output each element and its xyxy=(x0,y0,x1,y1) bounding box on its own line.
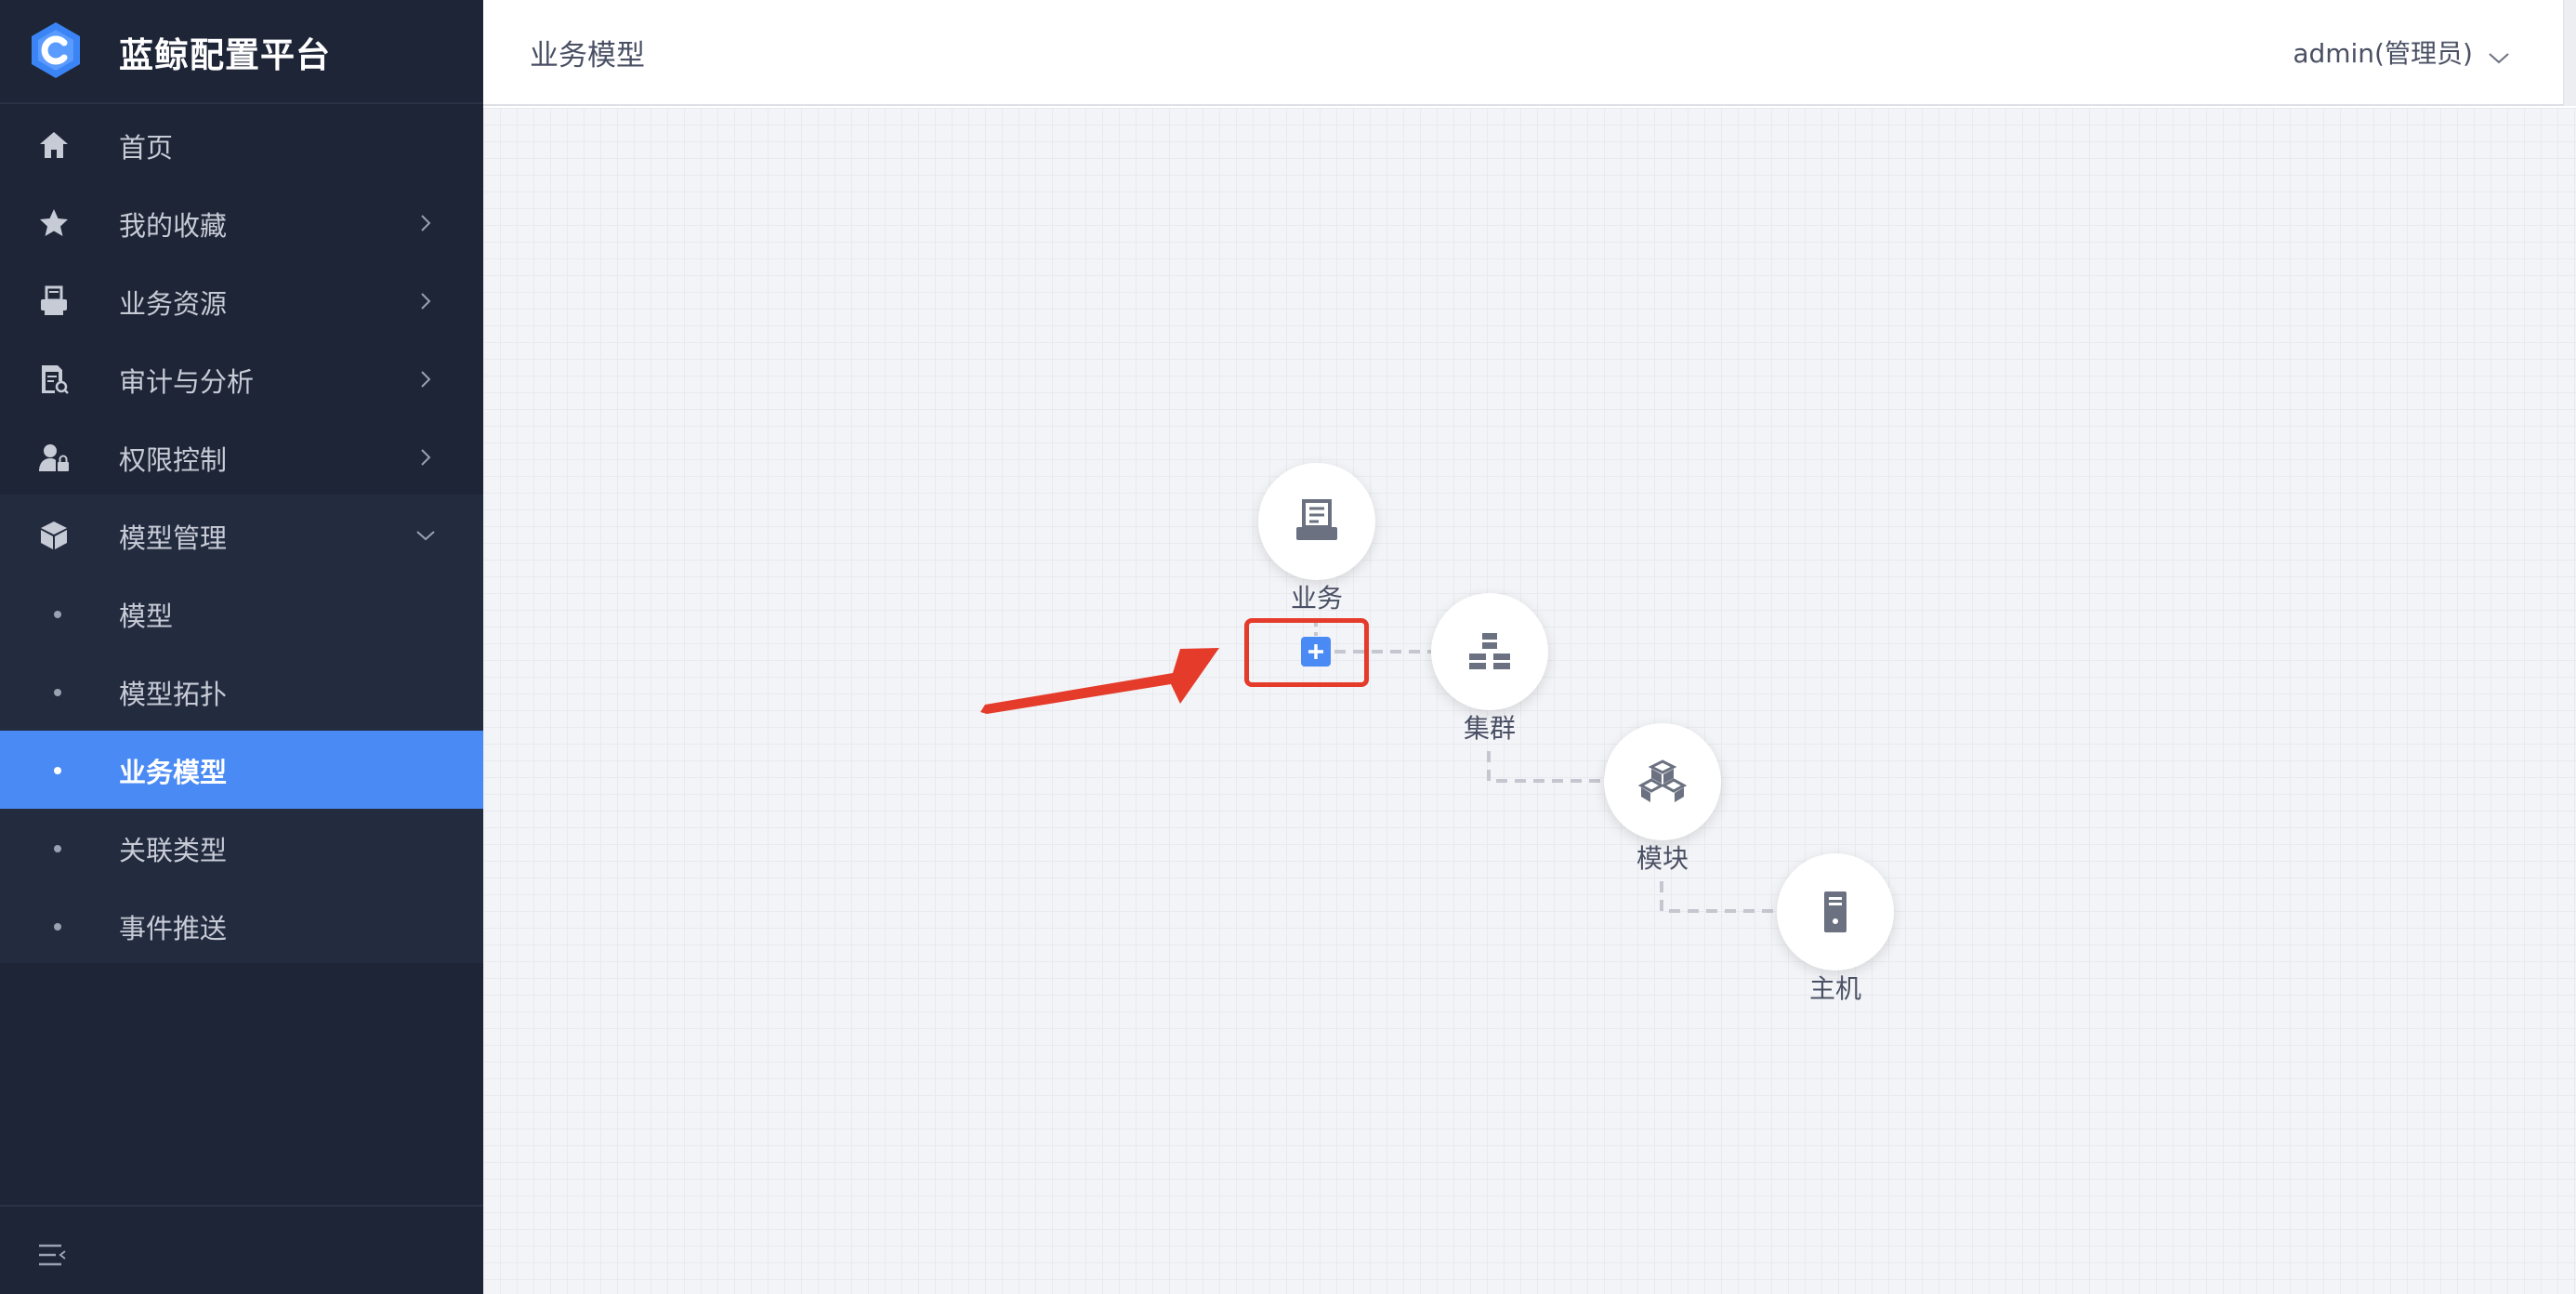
submenu-item-label: 模型 xyxy=(119,601,174,632)
node-cluster[interactable] xyxy=(1431,593,1548,710)
user-menu[interactable]: admin(管理员) xyxy=(2293,33,2511,71)
document-search-icon xyxy=(42,365,69,394)
star-icon xyxy=(40,209,68,236)
bullet-dot xyxy=(54,845,61,852)
annotation-highlight-box xyxy=(1244,618,1369,687)
submenu-item-association-types[interactable]: 关联类型 xyxy=(0,809,483,887)
topology-links xyxy=(980,621,1777,913)
collapse-sidebar-icon[interactable] xyxy=(37,1242,67,1268)
home-icon xyxy=(40,132,68,158)
business-icon xyxy=(1296,499,1337,540)
node-label: 集群 xyxy=(1463,713,1516,744)
bullet-dot xyxy=(54,689,61,696)
nav-item-audit[interactable]: 审计与分析 xyxy=(0,340,483,418)
submenu-item-label: 事件推送 xyxy=(119,913,228,944)
sidebar: 蓝鲸配置平台 首页 我的收藏 业务资源 审计与分析 权限控制 模型管理 模型 模… xyxy=(0,0,483,1294)
nav-item-label: 首页 xyxy=(119,132,174,164)
bullet-dot xyxy=(54,767,61,774)
nav-item-favorites[interactable]: 我的收藏 xyxy=(0,184,483,262)
node-host[interactable] xyxy=(1777,853,1894,970)
node-module[interactable] xyxy=(1604,723,1721,840)
logo-icon xyxy=(32,22,80,78)
host-icon xyxy=(1824,891,1847,932)
submenu-item-model[interactable]: 模型 xyxy=(0,574,483,653)
scrollbar[interactable] xyxy=(2563,0,2576,106)
node-label: 业务 xyxy=(1290,583,1343,614)
submenu-item-model-topology[interactable]: 模型拓扑 xyxy=(0,653,483,731)
nav-item-label: 我的收藏 xyxy=(119,210,228,242)
user-lock-icon xyxy=(39,444,69,471)
nav-item-label: 模型管理 xyxy=(119,522,228,554)
node-label: 主机 xyxy=(1808,973,1861,1004)
cube-icon xyxy=(41,522,67,549)
module-icon xyxy=(1638,759,1687,802)
submenu-item-label: 业务模型 xyxy=(119,757,228,788)
divider xyxy=(0,1205,483,1207)
page-title: 业务模型 xyxy=(530,39,645,73)
bullet-dot xyxy=(54,923,61,931)
chevron-right-icon xyxy=(421,371,431,388)
submenu-item-label: 关联类型 xyxy=(119,835,228,866)
nav-item-label: 业务资源 xyxy=(119,288,228,320)
nav-item-label: 权限控制 xyxy=(119,444,228,476)
link-module-host xyxy=(1660,881,1777,913)
nav-item-model-management[interactable]: 模型管理 xyxy=(0,496,483,574)
printer-icon xyxy=(41,285,67,315)
topology-canvas[interactable]: 业务 集群 模块 主机 xyxy=(483,108,2576,1294)
nav-item-permissions[interactable]: 权限控制 xyxy=(0,418,483,496)
chevron-down-icon xyxy=(416,531,435,541)
chevron-down-icon xyxy=(2489,52,2509,63)
chevron-right-icon xyxy=(421,293,431,310)
node-label: 模块 xyxy=(1636,843,1689,874)
brand: 蓝鲸配置平台 xyxy=(0,0,483,104)
node-business[interactable] xyxy=(1258,463,1375,580)
link-cluster-module xyxy=(1487,751,1604,783)
header: 业务模型 admin(管理员) xyxy=(483,0,2576,106)
cluster-icon xyxy=(1469,633,1510,669)
chevron-right-icon xyxy=(421,215,431,231)
user-name: admin(管理员) xyxy=(2293,38,2473,69)
bullet-dot xyxy=(54,611,61,618)
submenu-item-event-push[interactable]: 事件推送 xyxy=(0,887,483,965)
submenu-item-label: 模型拓扑 xyxy=(119,679,228,710)
submenu-item-business-model[interactable]: 业务模型 xyxy=(0,731,483,809)
nav-item-label: 审计与分析 xyxy=(119,366,255,398)
annotation-arrow xyxy=(980,648,1219,714)
brand-title: 蓝鲸配置平台 xyxy=(119,35,331,75)
nav-item-home[interactable]: 首页 xyxy=(0,106,483,184)
nav-item-business-resources[interactable]: 业务资源 xyxy=(0,262,483,340)
chevron-right-icon xyxy=(421,449,431,466)
